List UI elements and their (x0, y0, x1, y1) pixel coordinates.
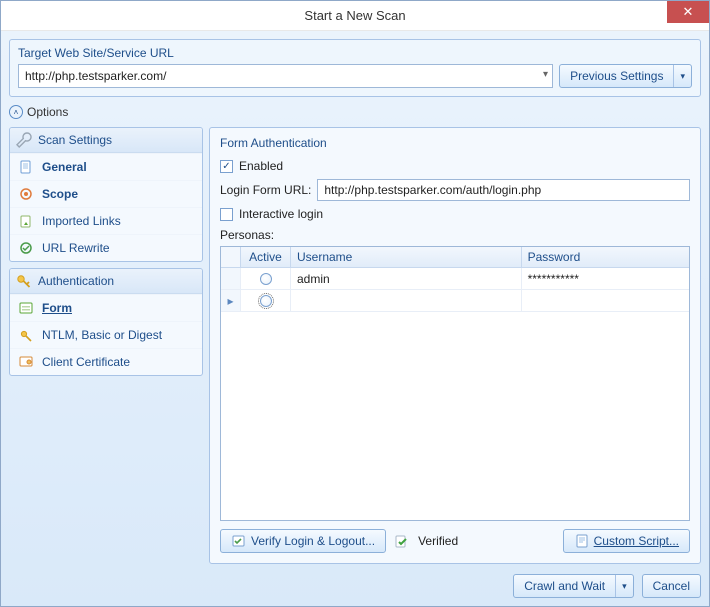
verify-login-button[interactable]: Verify Login & Logout... (220, 529, 386, 553)
key-small-icon (18, 327, 34, 343)
wrench-icon (16, 132, 32, 148)
grid-row[interactable]: ▸ (221, 290, 689, 312)
sidebar-item-client-certificate[interactable]: Client Certificate (10, 348, 202, 375)
grid-header: Active Username Password (221, 247, 689, 268)
rewrite-icon (18, 240, 34, 256)
username-cell[interactable] (291, 290, 522, 311)
sidebar-item-scope[interactable]: Scope (10, 180, 202, 207)
crawl-label: Crawl and Wait (524, 579, 605, 593)
authentication-title: Authentication (38, 274, 114, 288)
authentication-panel: Authentication Form NTLM, Basic or Diges… (9, 268, 203, 376)
grid-corner (221, 247, 241, 267)
page-icon (18, 159, 34, 175)
interactive-row: Interactive login (220, 207, 690, 221)
options-toggle[interactable]: ˄ Options (9, 103, 701, 121)
key-icon (16, 273, 32, 289)
password-cell[interactable] (522, 290, 689, 311)
verified-icon (394, 533, 410, 549)
radio-icon (260, 295, 272, 307)
sidebar-item-label: Scope (42, 187, 78, 201)
login-form-label: Login Form URL: (220, 183, 311, 197)
sidebar-item-label: URL Rewrite (42, 241, 110, 255)
interactive-label: Interactive login (239, 207, 323, 221)
sidebar: Scan Settings General Scope (9, 127, 203, 564)
sidebar-item-label: NTLM, Basic or Digest (42, 328, 162, 342)
options-label: Options (27, 105, 68, 119)
close-icon: ✕ (683, 4, 694, 20)
previous-settings-label: Previous Settings (570, 69, 663, 83)
custom-script-label: Custom Script... (594, 534, 679, 548)
target-icon (18, 186, 34, 202)
personas-label: Personas: (220, 228, 690, 242)
sidebar-item-label: Form (42, 301, 72, 315)
dialog-footer: Crawl and Wait ▾ Cancel (9, 574, 701, 598)
sidebar-item-label: Imported Links (42, 214, 121, 228)
chevron-up-icon: ˄ (9, 105, 23, 119)
active-cell[interactable] (241, 268, 291, 289)
main-panel: Form Authentication ✓ Enabled Login Form… (209, 127, 701, 564)
scan-settings-title: Scan Settings (38, 133, 112, 147)
certificate-icon (18, 354, 34, 370)
interactive-checkbox[interactable] (220, 208, 233, 221)
target-url-value: http://php.testsparker.com/ (25, 69, 166, 83)
target-url-group: Target Web Site/Service URL http://php.t… (9, 39, 701, 97)
row-handle-current: ▸ (221, 290, 241, 311)
grid-col-password[interactable]: Password (522, 247, 689, 267)
sidebar-item-imported-links[interactable]: Imported Links (10, 207, 202, 234)
dialog-content: Target Web Site/Service URL http://php.t… (1, 31, 709, 606)
username-cell[interactable]: admin (291, 268, 522, 289)
scan-settings-header: Scan Settings (10, 128, 202, 153)
window-title: Start a New Scan (304, 8, 405, 23)
login-form-url-input[interactable]: http://php.testsparker.com/auth/login.ph… (317, 179, 690, 201)
login-url-row: Login Form URL: http://php.testsparker.c… (220, 179, 690, 201)
close-button[interactable]: ✕ (667, 1, 709, 23)
main-action-row: Verify Login & Logout... Verified Custom… (220, 529, 690, 553)
custom-script-button[interactable]: Custom Script... (563, 529, 690, 553)
enabled-label: Enabled (239, 159, 283, 173)
scan-settings-panel: Scan Settings General Scope (9, 127, 203, 262)
radio-icon (260, 273, 272, 285)
grid-empty-area (221, 312, 689, 520)
chevron-down-icon[interactable]: ▾ (615, 575, 633, 597)
password-cell[interactable]: *********** (522, 268, 689, 289)
crawl-and-wait-button[interactable]: Crawl and Wait ▾ (513, 574, 633, 598)
target-url-label: Target Web Site/Service URL (18, 46, 692, 60)
verify-icon (231, 533, 247, 549)
cancel-label: Cancel (653, 579, 690, 593)
link-import-icon (18, 213, 34, 229)
sidebar-item-label: Client Certificate (42, 355, 130, 369)
grid-col-username[interactable]: Username (291, 247, 522, 267)
enabled-row: ✓ Enabled (220, 159, 690, 173)
sidebar-item-label: General (42, 160, 87, 174)
grid-row[interactable]: admin *********** (221, 268, 689, 290)
verify-login-label: Verify Login & Logout... (251, 534, 375, 548)
enabled-checkbox[interactable]: ✓ (220, 160, 233, 173)
script-icon (574, 533, 590, 549)
target-url-input[interactable]: http://php.testsparker.com/ ▾ (18, 64, 553, 88)
dropdown-icon: ▾ (543, 69, 548, 80)
main-panel-title: Form Authentication (220, 134, 690, 156)
verified-label: Verified (418, 534, 458, 548)
form-icon (18, 300, 34, 316)
sidebar-item-form[interactable]: Form (10, 294, 202, 321)
personas-grid: Active Username Password admin *********… (220, 246, 690, 521)
active-cell[interactable] (241, 290, 291, 311)
sidebar-item-url-rewrite[interactable]: URL Rewrite (10, 234, 202, 261)
authentication-header: Authentication (10, 269, 202, 294)
login-form-url-value: http://php.testsparker.com/auth/login.ph… (324, 183, 541, 197)
sidebar-item-ntlm[interactable]: NTLM, Basic or Digest (10, 321, 202, 348)
previous-settings-button[interactable]: Previous Settings ▾ (559, 64, 692, 88)
sidebar-item-general[interactable]: General (10, 153, 202, 180)
cancel-button[interactable]: Cancel (642, 574, 701, 598)
row-handle (221, 268, 241, 289)
grid-col-active[interactable]: Active (241, 247, 291, 267)
chevron-down-icon[interactable]: ▾ (673, 65, 691, 87)
titlebar: Start a New Scan ✕ (1, 1, 709, 31)
